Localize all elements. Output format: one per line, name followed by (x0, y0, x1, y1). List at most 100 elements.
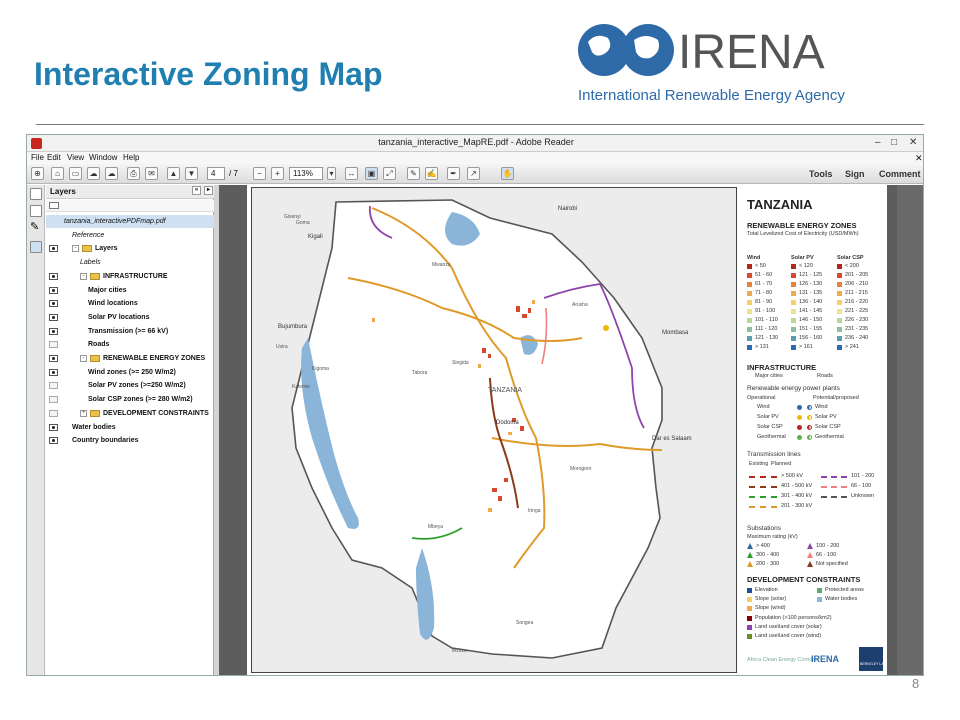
substation-rating-label: 100 - 200 (816, 543, 840, 549)
email-icon[interactable]: ✉ (145, 167, 158, 180)
slide-title: Interactive Zoning Map (34, 56, 383, 92)
expand-icon[interactable]: + (80, 409, 87, 417)
visibility-toggle-icon[interactable] (49, 327, 58, 335)
folder-icon (90, 272, 100, 280)
layer-row[interactable]: tanzania_interactivePDFmap.pdf (46, 215, 214, 228)
lcoe-swatch (791, 345, 796, 350)
upload-icon[interactable]: ☁ (105, 167, 118, 180)
fit-width-icon[interactable]: ↔ (345, 167, 358, 180)
prev-page-icon[interactable]: ▲ (167, 167, 180, 180)
sign-icon[interactable]: ✒ (447, 167, 460, 180)
toolbar: ⊕ ⌂ ▭ ☁ ☁ ⎙ ✉ ▲ ▼ 4 / 7 − + 113% ▾ ↔ ▣ ⤢… (27, 164, 923, 184)
visibility-toggle-icon[interactable] (49, 286, 58, 294)
constraint-label: Population (>100 persons/km2) (755, 615, 832, 621)
sign-link[interactable]: Sign (845, 169, 865, 179)
collapse-icon[interactable]: - (72, 245, 79, 253)
layer-row[interactable]: Wind locations (46, 297, 214, 310)
layer-row[interactable]: Reference (46, 229, 214, 242)
menu-file[interactable]: File (31, 153, 44, 162)
comment-link[interactable]: Comment (879, 169, 921, 179)
page-thumbnails-icon[interactable] (30, 188, 42, 200)
comment-icon[interactable]: ✎ (407, 167, 420, 180)
create-icon[interactable]: ⊕ (31, 167, 44, 180)
print-icon[interactable]: ⎙ (127, 167, 140, 180)
svg-text:Mbeya: Mbeya (428, 524, 443, 530)
layer-row[interactable]: Solar PV locations (46, 311, 214, 324)
zoom-select[interactable]: 113% (289, 167, 323, 180)
lcoe-swatch (747, 273, 752, 278)
layer-row[interactable]: Wind zones (>= 250 W/m2) (46, 366, 214, 379)
attachments-icon[interactable]: ✎ (30, 222, 42, 234)
menu-view[interactable]: View (67, 153, 84, 162)
layer-row[interactable]: - Layers (46, 242, 214, 255)
hand-tool-icon[interactable]: ✋ (501, 167, 514, 180)
layer-label: Solar PV locations (88, 313, 150, 321)
layer-label: RENEWABLE ENERGY ZONES (103, 355, 206, 362)
visibility-toggle-icon[interactable] (49, 245, 58, 253)
layer-row[interactable]: Transmission (>= 66 kV) (46, 325, 214, 338)
lcoe-range-label: < 120 (799, 263, 813, 269)
visibility-toggle-icon[interactable] (49, 355, 58, 362)
line-rating-label: 101 - 200 (851, 473, 875, 479)
menu-window[interactable]: Window (89, 153, 117, 162)
visibility-toggle-icon[interactable] (49, 341, 58, 349)
layer-row[interactable]: Roads (46, 338, 214, 351)
collapse-icon[interactable]: - (80, 272, 87, 280)
visibility-toggle-icon[interactable] (49, 272, 58, 280)
tools-link[interactable]: Tools (809, 169, 832, 179)
share-icon[interactable]: ↗ (467, 167, 480, 180)
substation-triangle-icon (807, 543, 813, 549)
bookmarks-icon[interactable] (30, 205, 42, 217)
lcoe-range-label: 226 - 230 (845, 317, 869, 323)
layer-row[interactable]: Major cities (46, 284, 214, 297)
zoom-dropdown-icon[interactable]: ▾ (327, 167, 336, 180)
constraint-swatch (817, 597, 822, 602)
layer-row[interactable]: Solar PV zones (>=250 W/m2) (46, 379, 214, 392)
visibility-toggle-icon[interactable] (49, 396, 58, 404)
close-icon[interactable]: ✕ (909, 137, 917, 148)
layer-row[interactable]: - INFRASTRUCTURE (46, 270, 214, 283)
plant-type-label: Solar PV (757, 414, 779, 420)
legend-col-solarcsp: Solar CSP (837, 255, 864, 261)
cloud-icon[interactable]: ☁ (87, 167, 100, 180)
maximize-icon[interactable]: □ (891, 137, 897, 148)
visibility-toggle-icon[interactable] (49, 368, 58, 376)
fit-page-icon[interactable]: ▣ (365, 167, 378, 180)
lcoe-range-label: 51 - 60 (755, 272, 773, 278)
layer-row[interactable]: Labels (46, 256, 214, 269)
visibility-toggle-icon[interactable] (49, 382, 58, 390)
visibility-toggle-icon[interactable] (49, 313, 58, 321)
plant-type-label: Solar PV (815, 414, 837, 420)
layer-row[interactable]: Water bodies (46, 421, 214, 434)
layer-row[interactable]: + DEVELOPMENT CONSTRAINTS (46, 407, 214, 420)
open-icon[interactable]: ⌂ (51, 167, 64, 180)
layer-row[interactable]: Country boundaries (46, 434, 214, 447)
menu-help[interactable]: Help (123, 153, 139, 162)
page-number-input[interactable]: 4 (207, 167, 225, 180)
layers-icon[interactable] (30, 241, 42, 253)
lcoe-range-label: 131 - 135 (799, 290, 823, 296)
collapse-icon[interactable]: - (80, 355, 87, 362)
minimize-icon[interactable]: – (875, 137, 881, 148)
zoom-in-icon[interactable]: + (271, 167, 284, 180)
zoom-out-icon[interactable]: − (253, 167, 266, 180)
operational-plant-icon (797, 425, 802, 430)
visibility-toggle-icon[interactable] (49, 409, 58, 417)
layer-row[interactable]: - RENEWABLE ENERGY ZONES (46, 352, 214, 365)
lcoe-range-label: < 50 (755, 263, 766, 269)
svg-text:Arusha: Arusha (572, 302, 588, 308)
panel-menu-icon[interactable]: ▸ (204, 186, 213, 195)
visibility-toggle-icon[interactable] (49, 300, 58, 308)
constraint-label: Protected areas (825, 587, 864, 593)
visibility-toggle-icon[interactable] (49, 437, 58, 445)
highlight-icon[interactable]: ✍ (425, 167, 438, 180)
layer-row[interactable]: Solar CSP zones (>= 280 W/m2) (46, 393, 214, 406)
visibility-toggle-icon[interactable] (49, 423, 58, 431)
next-page-icon[interactable]: ▼ (185, 167, 198, 180)
options-icon[interactable] (49, 202, 59, 209)
close-document-icon[interactable]: ✕ (915, 153, 923, 164)
collapse-panel-icon[interactable]: « (192, 186, 201, 195)
save-icon[interactable]: ▭ (69, 167, 82, 180)
menu-edit[interactable]: Edit (47, 153, 61, 162)
full-screen-icon[interactable]: ⤢ (383, 167, 396, 180)
